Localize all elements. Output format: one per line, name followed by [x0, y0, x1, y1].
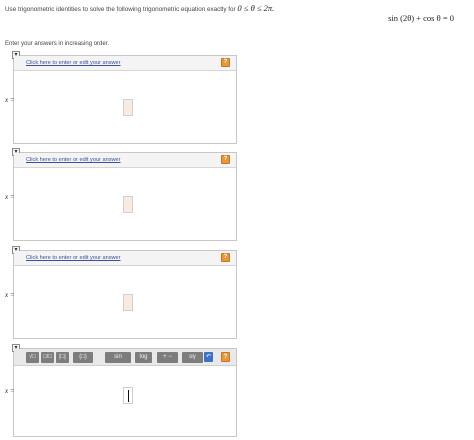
edit-bar: Click here to enter or edit your answer … — [14, 251, 236, 266]
variable-label: x = — [5, 96, 15, 104]
fraction-button[interactable]: □/□ — [41, 352, 54, 363]
help-icon[interactable]: ? — [221, 58, 230, 67]
undo-icon[interactable]: ↶ — [204, 352, 213, 362]
text-cursor — [128, 390, 129, 402]
math-toolbar: √□ □/□ |□| (□) sin log + − αγ ↶ ? — [14, 349, 236, 366]
prompt-range: 0 ≤ θ ≤ 2π. — [237, 3, 275, 13]
edit-answer-link[interactable]: Click here to enter or edit your answer — [26, 157, 121, 163]
trig-functions-button[interactable]: sin — [105, 352, 131, 363]
greek-letters-button[interactable]: αγ — [182, 352, 203, 363]
edit-answer-link[interactable]: Click here to enter or edit your answer — [26, 60, 121, 66]
prompt-text: Use trigonometric identities to solve th… — [5, 6, 236, 13]
edit-bar: Click here to enter or edit your answer … — [14, 153, 236, 168]
sqrt-button[interactable]: √□ — [26, 352, 39, 363]
variable-label: x = — [5, 291, 15, 299]
variable-label: x = — [5, 193, 15, 201]
equation: sin (2θ) + cos θ = 0 — [388, 13, 454, 23]
question-prompt: Use trigonometric identities to solve th… — [5, 3, 274, 13]
answer-placeholder[interactable] — [123, 294, 133, 311]
absolute-value-button[interactable]: |□| — [56, 352, 69, 363]
operators-button[interactable]: + − — [157, 352, 178, 363]
answer-box-3: ▾ Click here to enter or edit your answe… — [5, 246, 237, 339]
answer-placeholder[interactable] — [123, 196, 133, 213]
answer-input[interactable] — [123, 387, 133, 404]
parentheses-button[interactable]: (□) — [73, 352, 93, 363]
edit-answer-link[interactable]: Click here to enter or edit your answer — [26, 255, 121, 261]
order-instruction: Enter your answers in increasing order. — [5, 41, 110, 47]
answer-box-1: ▾ Click here to enter or edit your answe… — [5, 51, 237, 144]
answer-box-4-active: ▾ √□ □/□ |□| (□) sin log + − αγ ↶ ? x = — [5, 344, 237, 437]
edit-bar: Click here to enter or edit your answer … — [14, 56, 236, 71]
help-icon[interactable]: ? — [221, 155, 230, 164]
help-icon[interactable]: ? — [221, 352, 230, 362]
log-button[interactable]: log — [135, 352, 152, 363]
help-icon[interactable]: ? — [221, 253, 230, 262]
answer-placeholder[interactable] — [123, 99, 133, 116]
variable-label: x = — [5, 387, 15, 395]
answer-box-2: ▾ Click here to enter or edit your answe… — [5, 148, 237, 241]
